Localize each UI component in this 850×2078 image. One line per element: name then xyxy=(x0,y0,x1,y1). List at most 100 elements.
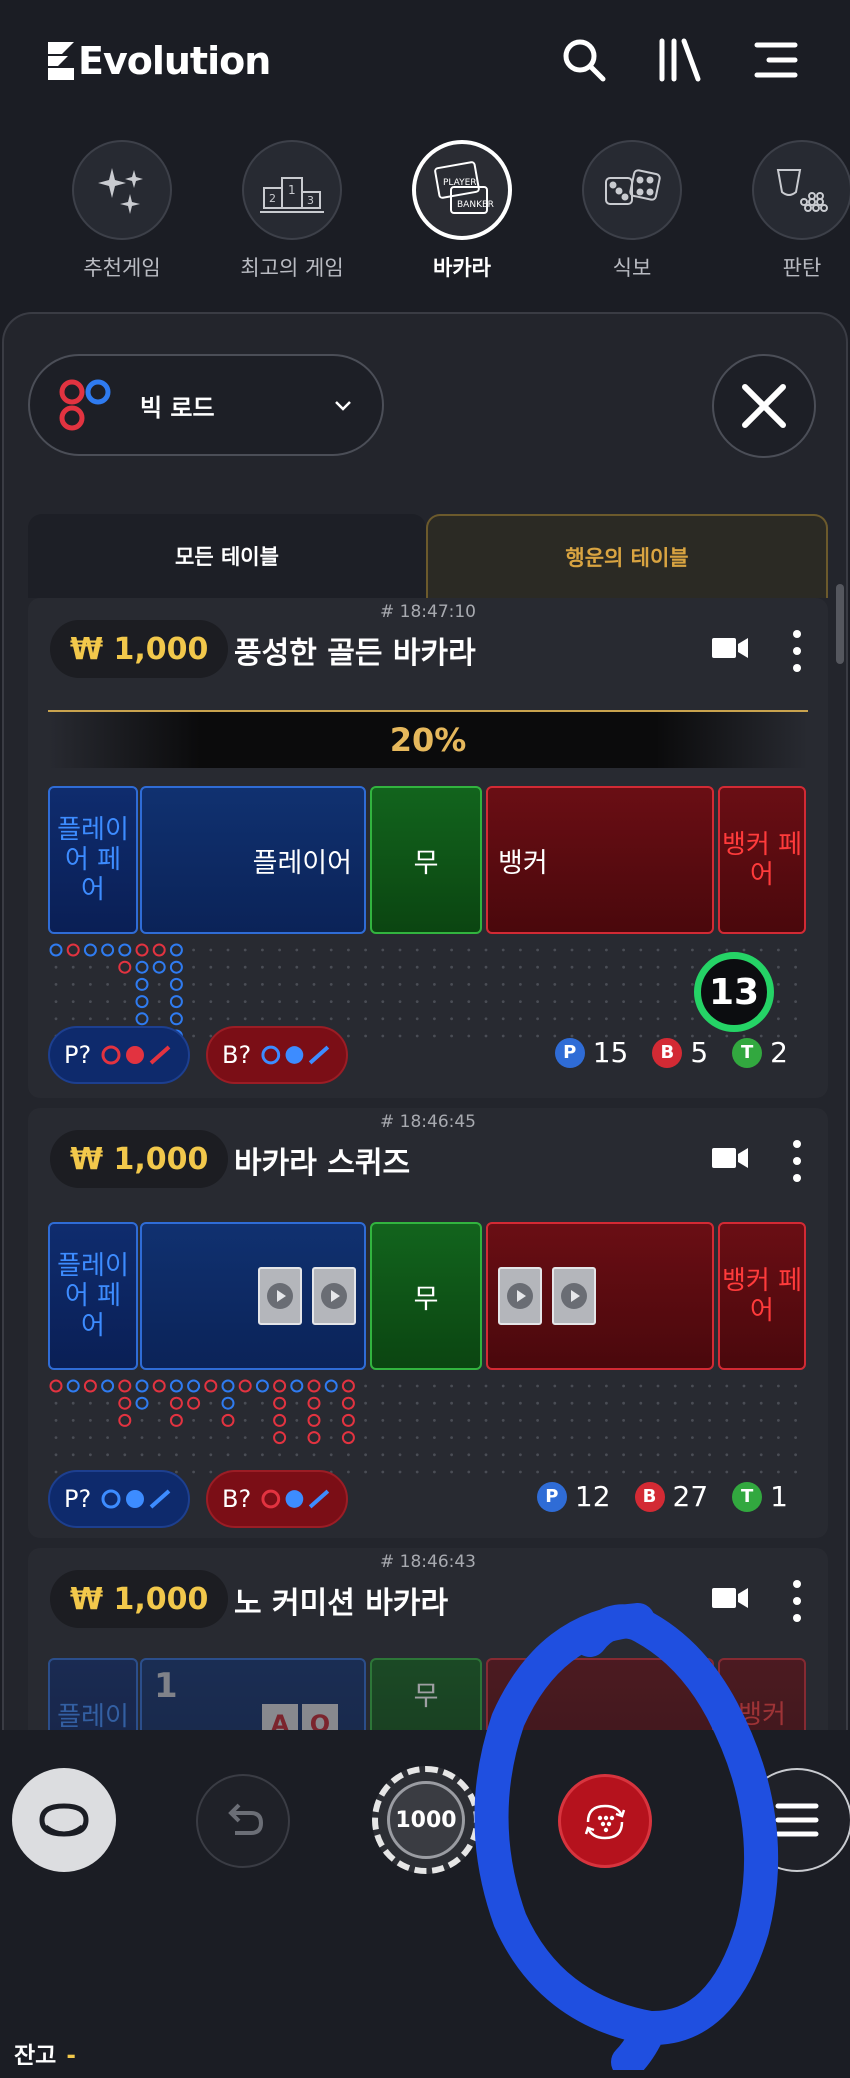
road-empty-cell xyxy=(708,1419,711,1422)
road-empty-cell xyxy=(243,1419,247,1422)
round-time: # 18:46:43 xyxy=(380,1552,476,1572)
svg-text:1: 1 xyxy=(288,183,296,197)
road-empty-cell xyxy=(450,1436,453,1439)
ask-banker-button[interactable]: B? xyxy=(206,1470,348,1528)
ask-banker-button[interactable]: B? xyxy=(206,1026,348,1084)
more-options-icon[interactable] xyxy=(792,630,802,672)
baccarat-icon: PLAYER BANKER xyxy=(412,140,512,240)
road-empty-cell xyxy=(708,1384,711,1388)
road-banker-dot xyxy=(187,1396,201,1410)
bet-tie[interactable]: 무 xyxy=(370,1222,482,1370)
podium-icon: 12 3 xyxy=(242,140,342,240)
more-options-icon[interactable] xyxy=(792,1140,802,1182)
brand-name: Evolution xyxy=(78,39,271,83)
bet-banker[interactable] xyxy=(486,1222,714,1370)
tab-lucky-tables[interactable]: 행운의 테이블 xyxy=(426,514,828,598)
close-button[interactable] xyxy=(712,354,816,458)
road-empty-cell xyxy=(433,948,436,952)
road-empty-cell xyxy=(519,1000,522,1003)
road-empty-cell xyxy=(226,1017,230,1021)
undo-button[interactable] xyxy=(196,1774,290,1868)
category-label: 바카라 xyxy=(433,256,491,280)
road-empty-cell xyxy=(415,1453,419,1457)
banker-count: 27 xyxy=(672,1480,709,1513)
evolution-logo[interactable]: Evolution xyxy=(46,36,271,86)
road-empty-cell xyxy=(364,1000,367,1003)
road-empty-cell xyxy=(192,1436,196,1439)
category-top-games[interactable]: 12 3 최고의 게임 xyxy=(222,140,362,282)
road-empty-cell xyxy=(673,965,677,969)
category-fantan[interactable]: 판탄 xyxy=(732,140,850,282)
bet-player[interactable] xyxy=(140,1222,366,1370)
road-empty-cell xyxy=(656,1017,660,1021)
search-icon[interactable] xyxy=(556,32,612,88)
table-card[interactable]: # 18:46:45 ₩ 1,000 바카라 스퀴즈 플레이어 페어 무 뱅커 … xyxy=(28,1108,828,1538)
road-empty-cell xyxy=(725,1419,729,1422)
table-card[interactable]: # 18:47:10 ₩ 1,000 풍성한 골든 바카라 20% 플레이어 페… xyxy=(28,598,828,1098)
road-empty-cell xyxy=(192,1000,196,1003)
road-empty-cell xyxy=(467,1419,471,1422)
road-empty-cell xyxy=(398,1000,402,1003)
road-empty-cell xyxy=(261,1453,264,1457)
road-empty-cell xyxy=(381,1000,385,1003)
bet-player-pair[interactable]: 플레이어 페어 xyxy=(48,786,138,934)
road-empty-cell xyxy=(364,948,367,952)
road-empty-cell xyxy=(622,983,625,986)
card-footer: P? B? P 12 B 27 T1 xyxy=(48,1470,808,1530)
bet-player-pair[interactable]: 플레이 어 xyxy=(48,1658,138,1732)
scrollbar[interactable] xyxy=(836,584,844,664)
road-empty-cell xyxy=(673,1384,677,1388)
road-banker-dot xyxy=(341,1431,355,1445)
video-camera-icon[interactable] xyxy=(712,1146,748,1170)
road-empty-cell xyxy=(536,983,539,986)
road-empty-cell xyxy=(398,1453,402,1457)
bet-player-pair[interactable]: 플레이어 페어 xyxy=(48,1222,138,1370)
road-empty-cell xyxy=(398,1436,402,1439)
road-empty-cell xyxy=(415,1000,419,1003)
road-empty-cell xyxy=(570,1453,574,1457)
road-empty-cell xyxy=(536,948,539,952)
road-empty-cell xyxy=(398,1384,402,1388)
road-empty-cell xyxy=(553,1401,557,1405)
category-sicbo[interactable]: 식보 xyxy=(562,140,702,282)
road-banker-dot xyxy=(341,1379,355,1393)
road-empty-cell xyxy=(570,983,574,986)
road-empty-cell xyxy=(209,1436,213,1439)
road-empty-cell xyxy=(656,1436,660,1439)
road-empty-cell xyxy=(691,1000,694,1003)
bet-player[interactable]: 1 A Q xyxy=(140,1658,366,1732)
top-header: Evolution xyxy=(0,0,850,120)
road-empty-cell xyxy=(691,983,694,986)
ask-player-button[interactable]: P? xyxy=(48,1470,190,1528)
menu-icon[interactable] xyxy=(748,32,804,88)
road-empty-cell xyxy=(501,1453,505,1457)
road-empty-cell xyxy=(519,1401,522,1405)
bet-player[interactable]: 플레이어 xyxy=(140,786,366,934)
bet-tie[interactable]: 무 xyxy=(370,786,482,934)
road-empty-cell xyxy=(484,1436,488,1439)
road-empty-cell xyxy=(71,1453,75,1457)
library-icon[interactable] xyxy=(652,32,708,88)
bet-banker[interactable]: 뱅커 xyxy=(486,786,714,934)
video-camera-icon[interactable] xyxy=(712,636,748,660)
road-empty-cell xyxy=(106,1453,109,1457)
tab-all-tables[interactable]: 모든 테이블 xyxy=(28,514,426,598)
road-type-dropdown[interactable]: 빅 로드 xyxy=(28,354,384,456)
road-empty-cell xyxy=(587,965,591,969)
road-empty-cell xyxy=(433,1436,436,1439)
lobby-table-button[interactable] xyxy=(12,1768,116,1872)
result-counts: P 15 B5 T2 xyxy=(531,1036,788,1069)
bet-banker-pair[interactable]: 뱅커 페어 xyxy=(718,786,806,934)
table-name: 바카라 스퀴즈 xyxy=(234,1146,411,1181)
category-recommended[interactable]: 추천게임 xyxy=(52,140,192,282)
road-empty-cell xyxy=(261,1000,264,1003)
road-empty-cell xyxy=(484,948,488,952)
category-baccarat[interactable]: PLAYER BANKER 바카라 xyxy=(392,140,532,282)
road-empty-cell xyxy=(587,1436,591,1439)
ask-player-button[interactable]: P? xyxy=(48,1026,190,1084)
more-options-icon[interactable] xyxy=(792,1580,802,1622)
bet-banker-pair[interactable]: 뱅커 페어 xyxy=(718,1222,806,1370)
road-empty-cell xyxy=(673,1436,677,1439)
road-empty-cell xyxy=(381,965,385,969)
road-empty-cell xyxy=(656,983,660,986)
